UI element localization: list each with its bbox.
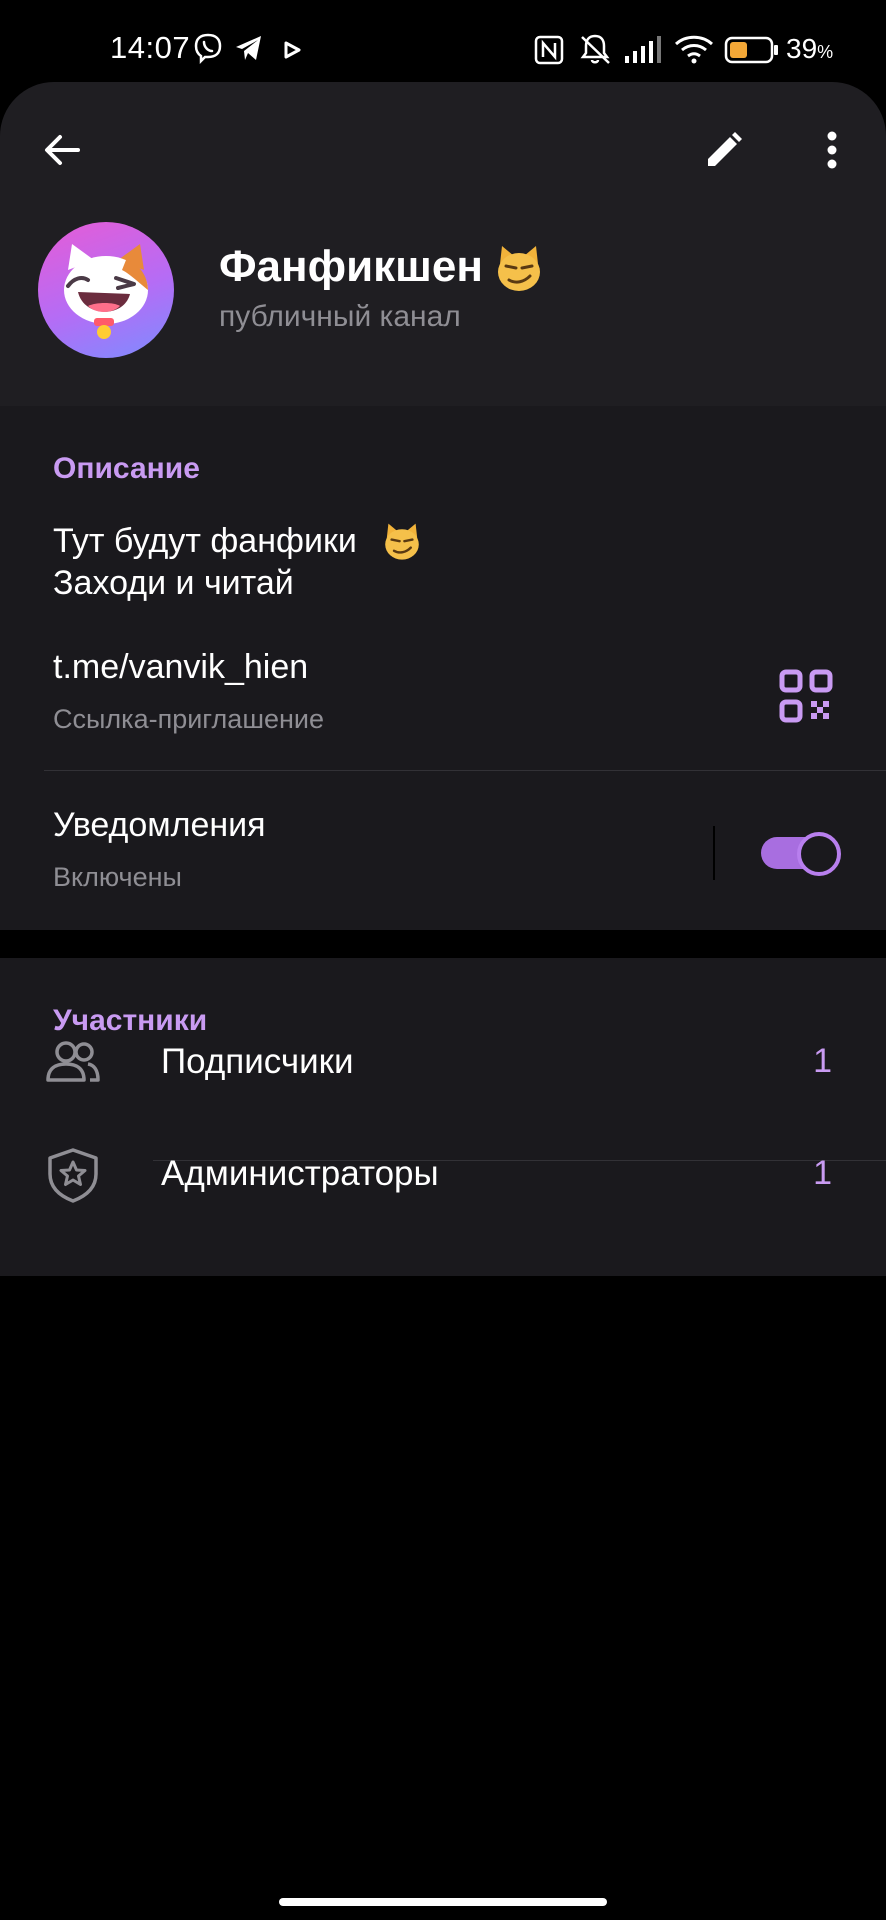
smirking-cat-emoji	[498, 246, 540, 291]
more-menu-button[interactable]	[800, 118, 864, 182]
shield-star-icon	[48, 1148, 98, 1203]
description-line-2: Заходи и читай	[53, 564, 294, 602]
administrators-row[interactable]: Администраторы 1	[0, 1118, 886, 1230]
toggle-knob	[797, 832, 841, 876]
notifications-separator	[713, 826, 715, 880]
more-vertical-icon	[827, 131, 837, 169]
smirking-cat-emoji	[385, 523, 419, 560]
play-icon	[284, 41, 301, 59]
subscribers-row[interactable]: Подписчики 1	[0, 1006, 886, 1118]
info-section: Описание Тут будут фанфики Заходи и чита…	[0, 406, 886, 930]
status-time: 14:07	[110, 30, 191, 65]
home-indicator[interactable]	[279, 1898, 607, 1906]
invite-link-caption: Ссылка-приглашение	[53, 704, 325, 734]
invite-link[interactable]: t.me/vanvik_hien	[53, 648, 308, 687]
administrators-count: 1	[813, 1154, 832, 1192]
notifications-title[interactable]: Уведомления	[53, 806, 266, 845]
channel-header: Фанфикшен публичный канал	[0, 82, 886, 406]
nfc-icon	[534, 35, 564, 65]
cat-mascot-icon	[64, 244, 148, 339]
divider	[44, 770, 886, 771]
members-section: Участники Подписчики 1 Администраторы 1	[0, 958, 886, 1276]
pencil-icon	[708, 132, 742, 166]
edit-button[interactable]	[692, 118, 756, 182]
status-bar: 14:07 39%	[0, 0, 886, 86]
notifications-state: Включены	[53, 862, 182, 892]
administrators-label: Администраторы	[161, 1154, 439, 1193]
channel-title: Фанфикшен	[219, 242, 483, 291]
notifications-toggle[interactable]	[761, 832, 841, 876]
mute-icon	[580, 34, 610, 64]
arrow-left-icon	[45, 135, 80, 165]
qr-code-icon[interactable]	[776, 666, 836, 726]
description-line-1: Тут будут фанфики	[53, 522, 357, 560]
channel-avatar[interactable]	[38, 222, 174, 358]
channel-type: публичный канал	[219, 300, 461, 333]
battery-percent: 39%	[786, 33, 834, 64]
wifi-icon	[674, 35, 714, 64]
back-button[interactable]	[30, 118, 94, 182]
users-icon	[46, 1041, 100, 1082]
description-title: Описание	[53, 452, 200, 485]
signal-icon	[625, 36, 661, 63]
battery-icon	[724, 36, 778, 64]
subscribers-label: Подписчики	[161, 1042, 354, 1081]
telegram-icon	[236, 36, 261, 60]
subscribers-count: 1	[813, 1042, 832, 1080]
viber-icon	[194, 33, 222, 64]
